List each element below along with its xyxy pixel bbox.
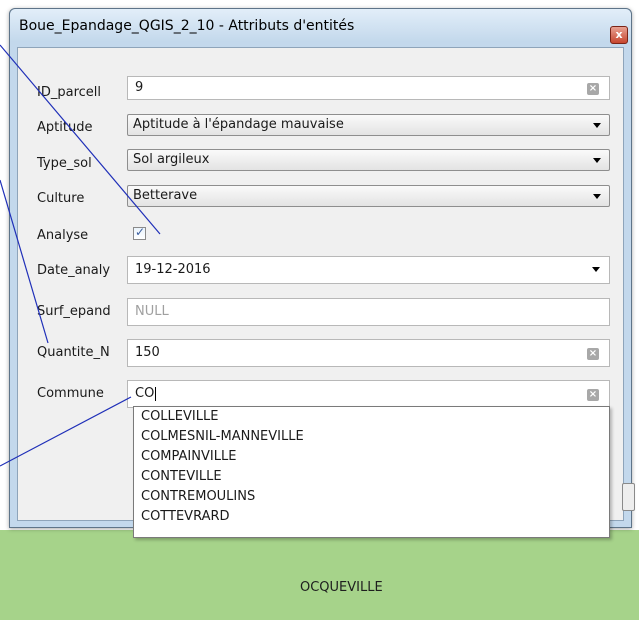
annotation-lines	[0, 44, 161, 467]
annotation-line-quantite	[0, 179, 49, 344]
annotation-line-commune	[0, 396, 132, 467]
annotation-line-analyse	[0, 44, 161, 235]
